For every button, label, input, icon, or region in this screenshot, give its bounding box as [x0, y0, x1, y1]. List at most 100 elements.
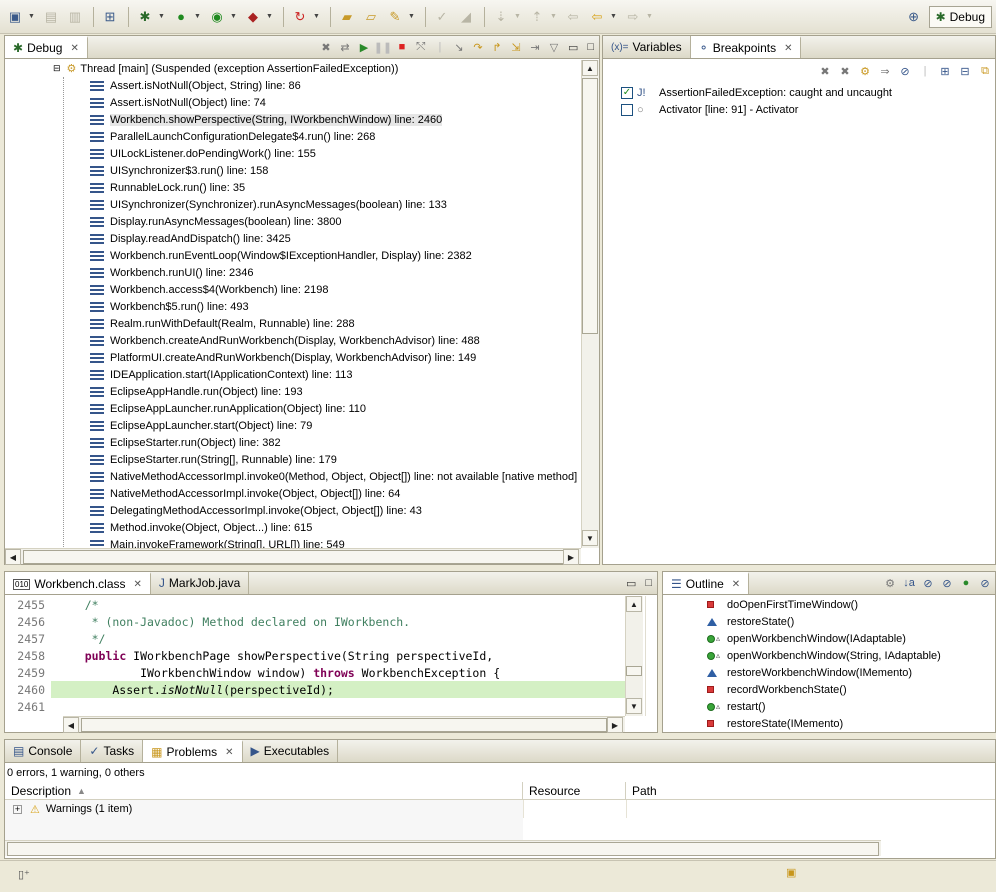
scroll-left-icon[interactable]: ◀	[5, 549, 21, 565]
remove-breakpoint-icon[interactable]: ✖	[817, 63, 833, 79]
minimize-icon[interactable]: ▭	[623, 577, 639, 590]
expand-all-icon[interactable]: ⊞	[937, 63, 953, 79]
resume-icon[interactable]: ▶	[356, 39, 372, 55]
code-line[interactable]: 2459 IWorkbenchWindow window) throws Wor…	[5, 664, 625, 681]
stack-frame-row[interactable]: EclipseAppLauncher.runApplication(Object…	[90, 400, 581, 417]
code-line[interactable]: 2458 public IWorkbenchPage showPerspecti…	[5, 647, 625, 664]
breakpoint-checkbox[interactable]	[621, 103, 633, 116]
refresh-dropdown-icon[interactable]: ▼	[313, 13, 321, 20]
stack-frame-row[interactable]: Display.readAndDispatch() line: 3425	[90, 230, 581, 247]
outline-item[interactable]: restoreState()	[707, 613, 995, 630]
overview-ruler[interactable]	[645, 596, 657, 716]
stack-frame-row[interactable]: EclipseAppHandle.run(Object) line: 193	[90, 383, 581, 400]
scroll-thumb[interactable]	[7, 842, 879, 856]
connect-icon[interactable]: ⇄	[337, 39, 353, 55]
run-icon[interactable]: ●	[170, 6, 192, 28]
stack-frame-row[interactable]: PlatformUI.createAndRunWorkbench(Display…	[90, 349, 581, 366]
forward-dropdown-icon[interactable]: ▼	[646, 13, 654, 20]
scroll-thumb[interactable]	[582, 78, 598, 334]
debug-vertical-scrollbar[interactable]: ▲ ▼	[581, 60, 599, 548]
stack-frame-row[interactable]: Assert.isNotNull(Object) line: 74	[90, 94, 581, 111]
maximize-icon[interactable]: □	[584, 41, 597, 53]
drop-to-frame-icon[interactable]: ⇲	[508, 39, 524, 55]
step-into-icon[interactable]: ↘	[451, 39, 467, 55]
stack-frame-row[interactable]: Realm.runWithDefault(Realm, Runnable) li…	[90, 315, 581, 332]
open-folder-icon[interactable]: ▱	[360, 6, 382, 28]
stack-frame-row[interactable]: NativeMethodAccessorImpl.invoke(Object, …	[90, 485, 581, 502]
code-line[interactable]: 2455 /*	[5, 596, 625, 613]
run-dropdown-icon[interactable]: ▼	[194, 13, 202, 20]
stack-frame-row[interactable]: Workbench.createAndRunWorkbench(Display,…	[90, 332, 581, 349]
stack-frame-row[interactable]: EclipseStarter.run(Object) line: 382	[90, 434, 581, 451]
tab-breakpoints[interactable]: ⚬ Breakpoints ✕	[690, 36, 802, 58]
run-last-dropdown-icon[interactable]: ▼	[230, 13, 238, 20]
hide-nonpublic-members-icon[interactable]: ●	[958, 575, 974, 591]
column-path[interactable]: Path	[626, 782, 995, 799]
scroll-thumb[interactable]	[626, 666, 642, 676]
scroll-right-icon[interactable]: ▶	[607, 717, 623, 733]
progress-icon[interactable]: ▣	[786, 866, 796, 879]
prev-annotation-dropdown-icon[interactable]: ▼	[550, 13, 558, 20]
open-type-icon[interactable]: ▰	[336, 6, 358, 28]
remove-terminated-icon[interactable]: ✖	[318, 39, 334, 55]
hide-fields-icon[interactable]: ⊘	[920, 575, 936, 591]
external-tools-dropdown-icon[interactable]: ▼	[266, 13, 274, 20]
refresh-icon[interactable]: ↻	[289, 6, 311, 28]
go-to-file-icon[interactable]: ⇒	[877, 63, 893, 79]
scroll-down-icon[interactable]: ▼	[626, 698, 642, 714]
use-step-filters-icon[interactable]: ⇥	[527, 39, 543, 55]
highlight-icon[interactable]: ◢	[455, 6, 477, 28]
next-annotation-icon[interactable]: ⇣	[490, 6, 512, 28]
prev-annotation-icon[interactable]: ⇡	[526, 6, 548, 28]
step-return-icon[interactable]: ↱	[489, 39, 505, 55]
breakpoint-item[interactable]: ○ Activator [line: 91] - Activator	[621, 101, 991, 118]
forward-icon[interactable]: ⇨	[622, 6, 644, 28]
collapse-all-icon[interactable]: ⊟	[957, 63, 973, 79]
stack-frame-row[interactable]: Workbench.showPerspective(String, IWorkb…	[90, 111, 581, 128]
outline-item[interactable]: restoreState(IMemento)	[707, 715, 995, 732]
editor-vertical-scrollbar[interactable]: ▲ ▼	[625, 596, 643, 716]
tab-debug[interactable]: ✱ Debug ✕	[5, 36, 88, 58]
scroll-up-icon[interactable]: ▲	[626, 596, 642, 612]
debug-icon[interactable]: ✱	[134, 6, 156, 28]
code-line[interactable]: 2456 * (non-Javadoc) Method declared on …	[5, 613, 625, 630]
pencil-icon[interactable]: ✎	[384, 6, 406, 28]
outline-item[interactable]: restoreWorkbenchWindow(IMemento)	[707, 664, 995, 681]
new-icon[interactable]: ▣	[4, 6, 26, 28]
fast-view-icon[interactable]: ▯⁺	[18, 868, 30, 881]
show-breakpoints-icon[interactable]: ⚙	[857, 63, 873, 79]
back-icon[interactable]: ⇦	[586, 6, 608, 28]
stack-frame-row[interactable]: DelegatingMethodAccessorImpl.invoke(Obje…	[90, 502, 581, 519]
stack-frame-row[interactable]: Assert.isNotNull(Object, String) line: 8…	[90, 77, 581, 94]
stack-frame-row[interactable]: UISynchronizer(Synchronizer).runAsyncMes…	[90, 196, 581, 213]
scroll-up-icon[interactable]: ▲	[582, 60, 598, 76]
outline-item[interactable]: ▵ openWorkbenchWindow(IAdaptable)	[707, 630, 995, 647]
tab-problems[interactable]: ▦ Problems ✕	[143, 740, 243, 762]
stack-frame-row[interactable]: EclipseAppLauncher.start(Object) line: 7…	[90, 417, 581, 434]
back-dropdown-icon[interactable]: ▼	[610, 13, 618, 20]
column-description[interactable]: Description ▲	[5, 782, 523, 799]
column-resource[interactable]: Resource	[523, 782, 626, 799]
debug-dropdown-icon[interactable]: ▼	[158, 13, 166, 20]
stack-frame-row[interactable]: ParallelLaunchConfigurationDelegate$4.ru…	[90, 128, 581, 145]
debug-horizontal-scrollbar[interactable]: ◀ ▶	[5, 548, 581, 565]
stack-frame-row[interactable]: RunnableLock.run() line: 35	[90, 179, 581, 196]
close-icon[interactable]: ✕	[70, 43, 78, 54]
tab-executables[interactable]: ▶ Executables	[243, 740, 339, 762]
pencil-dropdown-icon[interactable]: ▼	[408, 13, 416, 20]
stack-frame-row[interactable]: EclipseStarter.run(String[], Runnable) l…	[90, 451, 581, 468]
problems-horizontal-scrollbar[interactable]	[5, 840, 881, 856]
save-icon[interactable]: ▤	[40, 6, 62, 28]
outline-item[interactable]: doOpenFirstTimeWindow()	[707, 596, 995, 613]
hide-nonpublic-icon[interactable]: ⚙	[882, 575, 898, 591]
open-perspective-icon[interactable]: ⊕	[903, 6, 925, 28]
tab-tasks[interactable]: ✓ Tasks	[81, 740, 144, 762]
step-over-icon[interactable]: ↷	[470, 39, 486, 55]
close-icon[interactable]: ✕	[732, 579, 740, 590]
code-line[interactable]: 2460 Assert. isNotNull (perspectiveId);	[5, 681, 625, 698]
breakpoint-checkbox[interactable]: ✓	[621, 86, 633, 99]
stack-frame-row[interactable]: UISynchronizer$3.run() line: 158	[90, 162, 581, 179]
external-tools-icon[interactable]: ◆	[242, 6, 264, 28]
hide-local-types-icon[interactable]: ⊘	[977, 575, 993, 591]
stack-frame-row[interactable]: NativeMethodAccessorImpl.invoke0(Method,…	[90, 468, 581, 485]
